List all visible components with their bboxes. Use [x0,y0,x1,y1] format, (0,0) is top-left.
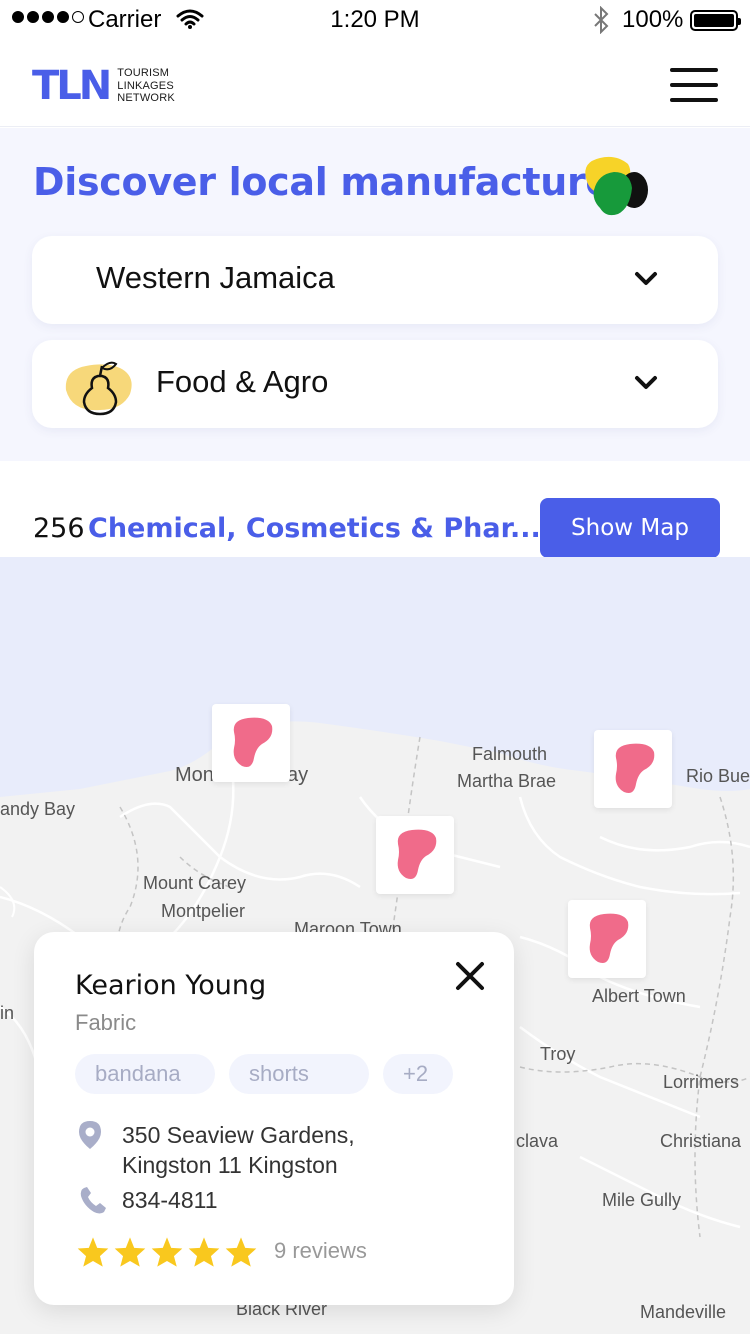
map-place-label: Lorrimers [663,1072,740,1092]
chevron-down-icon [635,376,657,389]
jamaica-flag-blob-icon [585,156,648,216]
battery-icon [690,10,741,31]
map-place-label: Troy [540,1044,576,1064]
map-place-label: ay [287,764,309,786]
hamburger-menu-icon[interactable] [670,68,720,106]
chevron-down-icon [635,272,657,285]
map-place-label: Mandeville [640,1302,727,1322]
map-place-label: Mile Gully [602,1190,682,1210]
map-place-label: Albert Town [592,986,686,1006]
logo-text: TOURISM LINKAGES NETWORK [117,67,175,105]
app-screen: Carrier 1:20 PM 100% TLN TOURISM LINKAGE… [0,0,750,1334]
phone-icon [80,1187,106,1214]
map-place-label: Falmouth [472,744,548,764]
map-pin[interactable] [594,730,672,808]
show-map-button[interactable]: Show Map [540,498,720,558]
tag-chip-more[interactable]: +2 [383,1054,453,1094]
status-bar: Carrier 1:20 PM 100% [0,0,750,40]
map-place-label: in [0,1003,15,1023]
map-place-label: Martha Brae [457,771,557,791]
logo-text-line: NETWORK [117,92,175,105]
pin-blob-icon [233,717,273,767]
manufacturer-type: Fabric [75,1010,137,1035]
map-place-label: Mount Carey [143,873,247,893]
category-select-value: Food & Agro [156,364,329,399]
map-pin[interactable] [212,704,290,782]
result-category[interactable]: Chemical, Cosmetics & Phar... [88,513,541,544]
manufacturer-card: Kearion Young Fabric bandana shorts +2 3… [34,932,514,1305]
tag-chip[interactable]: shorts [229,1054,369,1094]
star-icon [77,1237,109,1267]
logo-mark: TLN [32,63,112,109]
map-place-label: andy Bay [0,799,76,819]
pin-blob-icon [397,829,437,879]
logo-text-line: TOURISM [117,67,170,80]
map-place-label: Montpelier [161,901,246,921]
star-icon [114,1237,146,1267]
category-select[interactable]: Food & Agro [32,340,718,428]
location-pin-icon [79,1121,101,1149]
pin-blob-icon [615,743,655,793]
star-icon [188,1237,220,1267]
logo[interactable]: TLN TOURISM LINKAGES NETWORK [32,66,175,106]
map-place-label: clava [516,1131,559,1151]
star-icon [225,1237,257,1267]
logo-text-line: LINKAGES [117,79,174,92]
result-count: 256 [33,513,85,544]
map-place-label: Christiana [660,1131,742,1151]
app-header: TLN TOURISM LINKAGES NETWORK [0,40,750,127]
region-select[interactable]: Western Jamaica [32,236,718,324]
phone-number[interactable]: 834-4811 [122,1187,218,1214]
tag-chip[interactable]: bandana [75,1054,215,1094]
review-count[interactable]: 9 reviews [274,1238,367,1264]
region-select-value: Western Jamaica [96,260,335,295]
pear-icon [65,361,132,416]
star-icon [151,1237,183,1267]
page-title: Discover local manufactures [33,160,634,204]
map-place-label: Rio Bue [686,766,750,786]
address-line-2: Kingston 11 Kingston [122,1152,338,1178]
close-icon[interactable] [454,960,486,992]
bluetooth-icon [594,6,609,34]
map-pin[interactable] [568,900,646,978]
discover-section: Discover local manufactures Western Jama… [0,128,750,461]
manufacturer-name: Kearion Young [75,970,267,1001]
results-bar: 256 Chemical, Cosmetics & Phar... Show M… [0,461,750,558]
rating-stars [76,1236,258,1268]
battery-percent: 100% [622,6,684,33]
pin-blob-icon [589,913,629,963]
map-pin[interactable] [376,816,454,894]
address-line-1: 350 Seaview Gardens, [122,1122,355,1148]
